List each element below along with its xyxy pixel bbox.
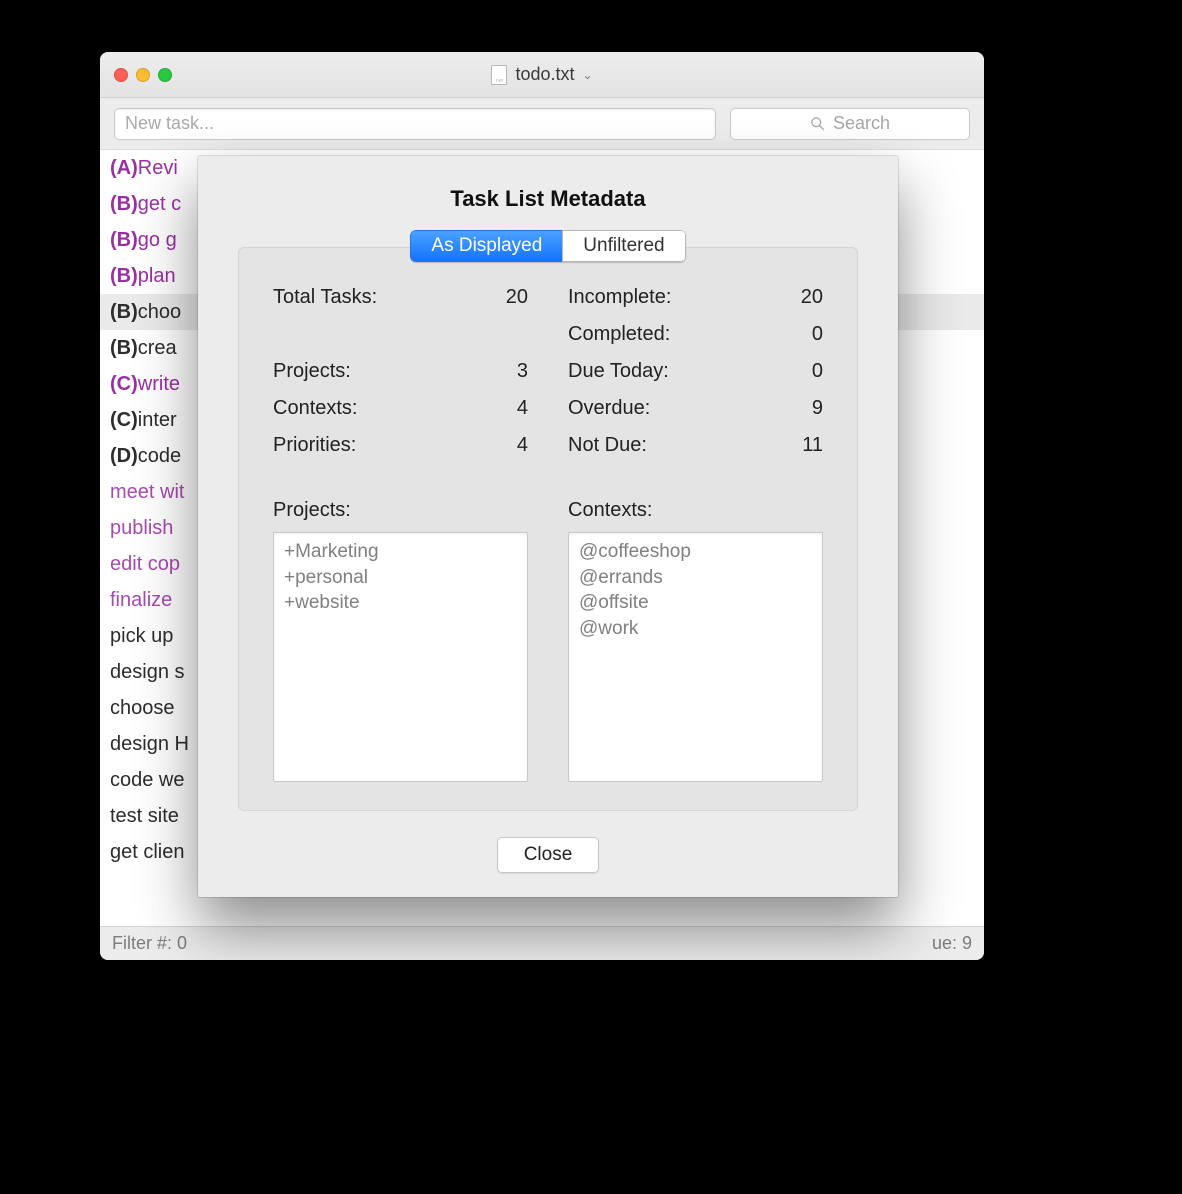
close-button[interactable]: Close (497, 837, 600, 873)
overdue-value: 9 (783, 397, 823, 420)
total-tasks-label: Total Tasks: (273, 286, 377, 309)
list-item[interactable]: +website (284, 590, 517, 616)
completed-value: 0 (783, 323, 823, 346)
statusbar: Filter #: 0 ue: 9 (100, 926, 984, 960)
incomplete-label: Incomplete: (568, 286, 671, 309)
incomplete-value: 20 (783, 286, 823, 309)
close-window-button[interactable] (114, 68, 128, 82)
status-due-count: ue: 9 (932, 933, 972, 954)
search-placeholder: Search (833, 113, 890, 134)
new-task-input[interactable] (114, 108, 716, 140)
window-title-text: todo.txt (515, 64, 574, 85)
completed-label: Completed: (568, 323, 670, 346)
toolbar: Search (100, 98, 984, 150)
priorities-label: Priorities: (273, 434, 356, 457)
metadata-sheet: Task List Metadata As Displayed Unfilter… (198, 156, 898, 897)
search-icon (810, 116, 825, 131)
minimize-window-button[interactable] (136, 68, 150, 82)
view-toggle: As Displayed Unfiltered (238, 230, 858, 262)
sheet-title: Task List Metadata (238, 186, 858, 212)
projects-count-label: Projects: (273, 360, 351, 383)
contexts-list-header: Contexts: (568, 499, 823, 522)
window-controls (114, 68, 172, 82)
list-item[interactable]: @errands (579, 565, 812, 591)
zoom-window-button[interactable] (158, 68, 172, 82)
projects-count-value: 3 (488, 360, 528, 383)
total-tasks-value: 20 (488, 286, 528, 309)
stats-panel: Total Tasks: 20 Incomplete: 20 Completed: 0… (238, 247, 858, 811)
overdue-label: Overdue: (568, 397, 650, 420)
status-filter-count: Filter #: 0 (112, 933, 187, 954)
chevron-down-icon[interactable]: ⌄ (582, 68, 592, 82)
tab-as-displayed[interactable]: As Displayed (410, 230, 562, 262)
tab-unfiltered[interactable]: Unfiltered (562, 230, 685, 262)
contexts-count-value: 4 (488, 397, 528, 420)
list-item[interactable]: @work (579, 616, 812, 642)
list-item[interactable]: @offsite (579, 590, 812, 616)
list-item[interactable]: +Marketing (284, 539, 517, 565)
titlebar: todo.txt ⌄ (100, 52, 984, 98)
notdue-value: 11 (783, 434, 823, 457)
contexts-count-label: Contexts: (273, 397, 357, 420)
duetoday-value: 0 (783, 360, 823, 383)
projects-list-header: Projects: (273, 499, 528, 522)
notdue-label: Not Due: (568, 434, 647, 457)
projects-listbox[interactable]: +Marketing+personal+website (273, 532, 528, 782)
search-field[interactable]: Search (730, 108, 970, 140)
window-title: todo.txt ⌄ (100, 64, 984, 85)
priorities-value: 4 (488, 434, 528, 457)
document-icon (491, 65, 507, 85)
duetoday-label: Due Today: (568, 360, 669, 383)
list-item[interactable]: +personal (284, 565, 517, 591)
list-item[interactable]: @coffeeshop (579, 539, 812, 565)
contexts-listbox[interactable]: @coffeeshop@errands@offsite@work (568, 532, 823, 782)
